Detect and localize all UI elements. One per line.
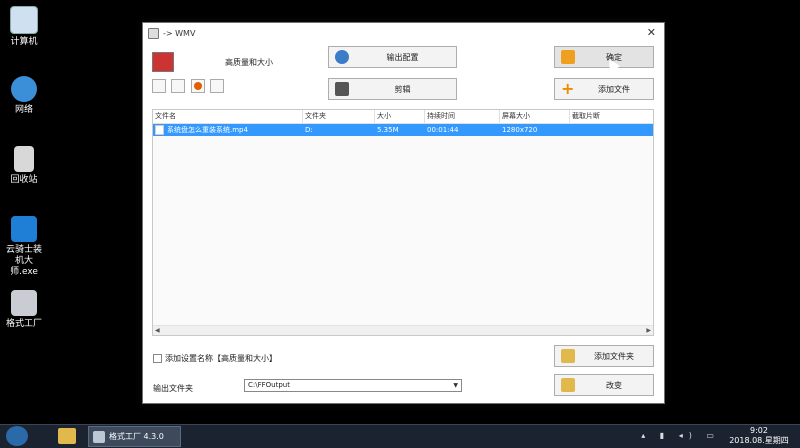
desktop-icon-label: 云骑士装机大师.exe [5,245,42,277]
ok-button[interactable]: 确定 [554,46,654,68]
add-setting-name-checkbox[interactable] [153,354,162,363]
preset-icon [152,52,174,72]
column-header-size[interactable]: 大小 [375,110,425,123]
chevron-down-icon: ▼ [453,382,458,389]
play-icon[interactable] [191,79,205,93]
convert-dialog: -> WMV ✕ 高质量和大小 输出配置 剪辑 确定 + 添加文件 文件名 文件… [142,22,665,404]
desktop-icon-label: 格式工厂 [5,319,42,329]
cell-size: 5.35M [377,126,399,134]
output-folder-select[interactable]: C:\FFOutput ▼ [244,379,462,392]
cell-duration: 00:01:44 [427,126,459,134]
cell-filename: 系统盘怎么重装系统.mp4 [153,124,303,136]
plus-icon: + [561,79,575,98]
desktop-icon-yunqishi[interactable]: 云骑士装机大师.exe [0,216,48,278]
clock-time: 9:02 [750,426,768,435]
taskbar-app-format-factory[interactable]: 格式工厂 4.3.0 [88,426,181,447]
add-icon[interactable] [152,79,166,93]
change-button[interactable]: 改变 [554,374,654,396]
scroll-left-icon[interactable]: ◀ [155,326,160,335]
recycle-bin-icon [14,146,34,172]
format-factory-icon [93,430,105,443]
desktop-icon-label: 网络 [14,105,33,115]
desktop-icon-network[interactable]: 网络 [0,76,48,116]
start-button-icon[interactable] [6,426,28,446]
column-header-duration[interactable]: 持续时间 [425,110,500,123]
app-icon [148,27,159,39]
dialog-title: -> WMV [163,28,196,38]
column-header-folder[interactable]: 文件夹 [303,110,375,123]
desktop-icon-label: 回收站 [10,175,38,185]
file-table: 文件名 文件夹 大小 持续时间 屏幕大小 截取片断 系统盘怎么重装系统.mp4 … [152,109,654,336]
cell-clip [570,124,653,136]
explorer-icon[interactable] [58,428,76,444]
info-icon[interactable] [210,79,224,93]
desktop-icon-computer[interactable]: 计算机 [0,6,48,48]
folder-icon [561,378,575,392]
output-folder-label: 输出文件夹 [153,384,193,393]
arrow-right-icon [561,50,575,64]
scroll-right-icon[interactable]: ▶ [646,326,651,335]
desktop-icon-format-factory[interactable]: 格式工厂 [0,290,48,330]
clock[interactable]: 9:02 2018.08.星期四 [724,426,794,446]
column-header-filename[interactable]: 文件名 [153,110,303,123]
folder-add-icon [561,349,575,363]
output-config-button[interactable]: 输出配置 [328,46,457,68]
cell-screen-size: 1280x720 [502,126,538,134]
checkbox-label: 添加设置名称【高质量和大小】 [165,354,277,363]
horizontal-scrollbar[interactable]: ◀ ▶ [153,325,653,335]
video-file-icon [155,125,164,135]
desktop-icon-recycle-bin[interactable]: 回收站 [0,146,48,186]
yunqishi-icon [11,216,37,242]
preset-label: 高质量和大小 [225,58,273,67]
desktop-icon-label: 计算机 [10,37,38,47]
film-icon [335,82,349,96]
add-file-button[interactable]: + 添加文件 [554,78,654,100]
add-folder-button[interactable]: 添加文件夹 [554,345,654,367]
table-header: 文件名 文件夹 大小 持续时间 屏幕大小 截取片断 [153,110,653,124]
cell-folder: D: [305,126,313,134]
table-row[interactable]: 系统盘怎么重装系统.mp4 D: 5.35M 00:01:44 1280x720 [153,124,653,136]
close-icon[interactable]: ✕ [647,26,656,39]
system-tray-icons[interactable]: ▴ ▮ ◂) ▭ [641,431,720,440]
column-header-screen-size[interactable]: 屏幕大小 [500,110,570,123]
taskbar: 格式工厂 4.3.0 ▴ ▮ ◂) ▭ 9:02 2018.08.星期四 [0,424,800,448]
clock-date: 2018.08.星期四 [729,436,789,445]
add-setting-name-checkbox-row[interactable]: 添加设置名称【高质量和大小】 [153,353,277,364]
clip-button[interactable]: 剪辑 [328,78,457,100]
remove-icon[interactable] [171,79,185,93]
computer-icon [10,6,38,34]
format-factory-icon [11,290,37,316]
network-icon [11,76,37,102]
dialog-titlebar: -> WMV ✕ [143,23,664,43]
gear-icon [335,50,349,64]
column-header-clip[interactable]: 截取片断 [570,110,653,123]
